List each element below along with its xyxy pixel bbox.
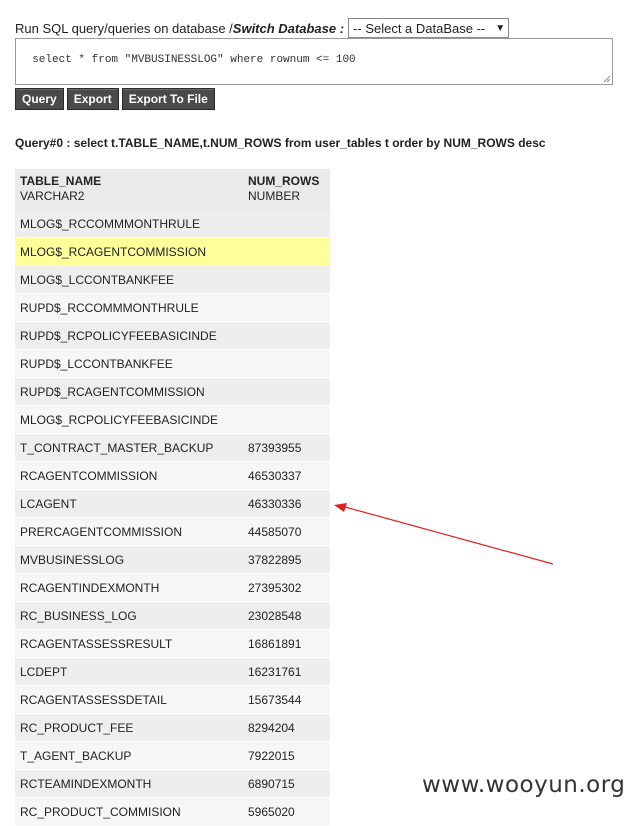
table-row[interactable]: RUPD$_RCCOMMMONTHRULE — [15, 293, 330, 322]
table-row[interactable]: T_CONTRACT_MASTER_BACKUP 87393955 — [15, 433, 330, 462]
export-to-file-button[interactable]: Export To File — [121, 88, 215, 110]
cell-num-rows: 16861891 — [243, 629, 330, 658]
cell-num-rows: 27395302 — [243, 573, 330, 602]
cell-num-rows: 46530337 — [243, 461, 330, 490]
cell-table-name: RCAGENTASSESSRESULT — [15, 629, 243, 658]
cell-table-name: MLOG$_RCCOMMMONTHRULE — [15, 210, 243, 238]
table-row[interactable]: T_AGENT_BACKUP 7922015 — [15, 741, 330, 770]
cell-table-name: RCAGENTCOMMISSION — [15, 461, 243, 490]
cell-table-name: PRERCAGENTCOMMISSION — [15, 517, 243, 546]
action-buttons: Query Export Export To File — [15, 88, 215, 110]
database-select-value: -- Select a DataBase -- — [353, 20, 486, 36]
cell-table-name: RUPD$_LCCONTBANKFEE — [15, 349, 243, 378]
sql-query-textarea[interactable]: select * from "MVBUSINESSLOG" where rown… — [15, 38, 613, 85]
table-row[interactable]: RCAGENTASSESSRESULT 16861891 — [15, 629, 330, 658]
table-row[interactable]: RCAGENTASSESSDETAIL 15673544 — [15, 685, 330, 714]
cell-num-rows: 7922015 — [243, 741, 330, 770]
cell-num-rows: 37822895 — [243, 545, 330, 574]
table-row[interactable]: RC_BUSINESS_LOG 23028548 — [15, 601, 330, 630]
cell-table-name: MLOG$_LCCONTBANKFEE — [15, 265, 243, 294]
cell-num-rows: 16231761 — [243, 657, 330, 686]
sql-query-text: select * from "MVBUSINESSLOG" where rown… — [32, 54, 356, 66]
cell-table-name: RCAGENTASSESSDETAIL — [15, 685, 243, 714]
cell-num-rows — [243, 265, 330, 294]
table-row[interactable]: MLOG$_LCCONTBANKFEE — [15, 265, 330, 294]
db-switch-bar: Run SQL query/queries on database / Swit… — [15, 17, 510, 39]
table-row[interactable]: RC_PRODUCT_COMMISION 5965020 — [15, 797, 330, 826]
resize-handle-icon[interactable] — [603, 75, 611, 83]
table-row[interactable]: MLOG$_RCCOMMMONTHRULE — [15, 210, 330, 238]
cell-table-name: RCTEAMINDEXMONTH — [15, 769, 243, 798]
cell-table-name: T_CONTRACT_MASTER_BACKUP — [15, 433, 243, 462]
cell-num-rows: 5965020 — [243, 797, 330, 826]
export-button[interactable]: Export — [66, 88, 119, 110]
cell-num-rows: 6890715 — [243, 769, 330, 798]
table-row[interactable]: RUPD$_RCAGENTCOMMISSION — [15, 377, 330, 406]
result-table: TABLE_NAME VARCHAR2 NUM_ROWS NUMBER MLOG… — [15, 169, 330, 826]
cell-num-rows: 8294204 — [243, 713, 330, 742]
column-header-num-rows[interactable]: NUM_ROWS NUMBER — [243, 169, 330, 210]
cell-table-name: RC_PRODUCT_FEE — [15, 713, 243, 742]
run-sql-label: Run SQL query/queries on database / — [15, 20, 233, 36]
query-title: Query#0 : select t.TABLE_NAME,t.NUM_ROWS… — [15, 136, 546, 150]
table-row[interactable]: RUPD$_LCCONTBANKFEE — [15, 349, 330, 378]
cell-table-name: RUPD$_RCPOLICYFEEBASICINDE — [15, 321, 243, 350]
cell-table-name: RUPD$_RCAGENTCOMMISSION — [15, 377, 243, 406]
cell-num-rows — [243, 377, 330, 406]
table-row[interactable]: LCDEPT 16231761 — [15, 657, 330, 686]
table-row[interactable]: LCAGENT 46330336 — [15, 489, 330, 518]
watermark: www.wooyun.org — [422, 772, 626, 798]
table-row[interactable]: MLOG$_RCPOLICYFEEBASICINDE — [15, 405, 330, 434]
cell-table-name: RUPD$_RCCOMMMONTHRULE — [15, 293, 243, 322]
cell-table-name: MVBUSINESSLOG — [15, 545, 243, 574]
cell-table-name: MLOG$_RCAGENTCOMMISSION — [15, 237, 243, 266]
table-row[interactable]: RCAGENTCOMMISSION 46530337 — [15, 461, 330, 490]
table-row[interactable]: MLOG$_RCAGENTCOMMISSION — [15, 237, 330, 266]
switch-database-label: Switch Database : — [232, 20, 345, 36]
column-type: VARCHAR2 — [20, 189, 85, 203]
cell-table-name: RC_BUSINESS_LOG — [15, 601, 243, 630]
table-row[interactable]: RC_PRODUCT_FEE 8294204 — [15, 713, 330, 742]
database-select[interactable]: -- Select a DataBase -- ▼ — [348, 18, 510, 38]
cell-num-rows — [243, 321, 330, 350]
cell-num-rows — [243, 349, 330, 378]
table-row[interactable]: RUPD$_RCPOLICYFEEBASICINDE — [15, 321, 330, 350]
cell-table-name: RCAGENTINDEXMONTH — [15, 573, 243, 602]
cell-num-rows — [243, 210, 330, 238]
cell-num-rows — [243, 405, 330, 434]
table-row[interactable]: RCTEAMINDEXMONTH 6890715 — [15, 769, 330, 798]
cell-num-rows — [243, 237, 330, 266]
table-header-row: TABLE_NAME VARCHAR2 NUM_ROWS NUMBER — [15, 169, 330, 210]
query-button[interactable]: Query — [15, 88, 64, 110]
table-row[interactable]: PRERCAGENTCOMMISSION 44585070 — [15, 517, 330, 546]
cell-num-rows: 15673544 — [243, 685, 330, 714]
table-row[interactable]: RCAGENTINDEXMONTH 27395302 — [15, 573, 330, 602]
column-header-table-name[interactable]: TABLE_NAME VARCHAR2 — [15, 169, 243, 210]
cell-num-rows: 23028548 — [243, 601, 330, 630]
cell-num-rows: 44585070 — [243, 517, 330, 546]
cell-table-name: T_AGENT_BACKUP — [15, 741, 243, 770]
column-name: NUM_ROWS — [248, 174, 320, 188]
cell-num-rows: 46330336 — [243, 489, 330, 518]
cell-table-name: MLOG$_RCPOLICYFEEBASICINDE — [15, 405, 243, 434]
cell-table-name: LCDEPT — [15, 657, 243, 686]
cell-table-name: LCAGENT — [15, 489, 243, 518]
dropdown-arrow-icon: ▼ — [495, 22, 506, 34]
cell-num-rows: 87393955 — [243, 433, 330, 462]
column-name: TABLE_NAME — [20, 174, 102, 188]
cell-num-rows — [243, 293, 330, 322]
table-row[interactable]: MVBUSINESSLOG 37822895 — [15, 545, 330, 574]
cell-table-name: RC_PRODUCT_COMMISION — [15, 797, 243, 826]
column-type: NUMBER — [248, 189, 301, 203]
